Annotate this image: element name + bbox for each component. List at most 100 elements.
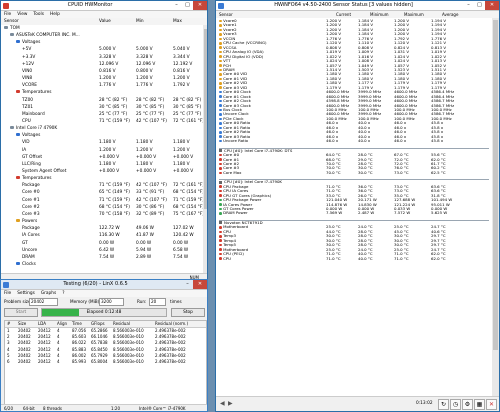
- close-button[interactable]: ✕: [193, 1, 207, 10]
- sensor-tree-row[interactable]: DRAM 7.54 W 2.89 W 7.54 W: [1, 254, 203, 261]
- reset-icon[interactable]: ↻: [438, 399, 449, 410]
- sensor-max: 127.02 W: [173, 226, 194, 232]
- sensor-tree-row[interactable]: Powers: [1, 218, 203, 225]
- sensor-tree-row[interactable]: TZ00 28 °C (82 °F) 28 °C (82 °F) 28 °C (82 …: [1, 97, 203, 104]
- linx-menu-graphs[interactable]: Graphs: [41, 290, 56, 297]
- linx-col-header[interactable]: Time: [72, 321, 82, 327]
- linx-menu-help[interactable]: ?: [62, 290, 64, 297]
- sensor-tree-row[interactable]: Uncore 6.42 W 5.94 W 6.58 W: [1, 247, 203, 254]
- sensor-tree-row[interactable]: GT Offset +0.000 V +0.000 V +0.000 V: [1, 154, 203, 161]
- run-count-field[interactable]: 20: [149, 298, 166, 306]
- linx-col-header[interactable]: Residual (norm.): [155, 321, 188, 327]
- sensor-tree-row[interactable]: Clocks: [1, 261, 203, 268]
- sensor-tree-row[interactable]: +3.3V 3.328 V 3.328 V 3.344 V: [1, 54, 203, 61]
- sensor-tree-row[interactable]: Voltages: [1, 39, 203, 46]
- col-value[interactable]: Value: [99, 18, 111, 25]
- linx-minimize-button[interactable]: –: [182, 280, 193, 289]
- linx-titlebar[interactable]: Testing (6/20) - LinX 0.6.5 – ✕: [1, 280, 207, 290]
- problem-size-field[interactable]: 20402: [29, 298, 58, 306]
- hwinfo-col-minimum[interactable]: Minimum: [370, 11, 389, 18]
- hwinfo-sensor-row[interactable]: Uncore Ratio 46.0 x 40.0 x 46.0 x 45.8 x: [216, 138, 492, 143]
- sensor-tree-row[interactable]: IA 1.200 V 1.200 V 1.200 V: [1, 147, 203, 154]
- linx-col-header[interactable]: Residual: [113, 321, 130, 327]
- sensor-tree-row[interactable]: Voltages: [1, 132, 203, 139]
- linx-result-row[interactable]: 6 20402 20412 4 85.993 65.8004 8.566003e-010 2.…: [5, 359, 206, 365]
- sensor-tree-row[interactable]: GT 0.00 W 0.00 W 0.00 W: [1, 240, 203, 247]
- sensor-tree-row[interactable]: Temperatures: [1, 175, 203, 182]
- hwmonitor-scrollbar[interactable]: [203, 25, 207, 273]
- hwinfo-col-maximum[interactable]: Maximum: [404, 11, 424, 18]
- hwinfo-close-button[interactable]: ✕: [485, 1, 499, 10]
- sensor-tree-row[interactable]: System Agent Offset +0.000 V +0.000 V +0.00…: [1, 168, 203, 175]
- minimize-button[interactable]: –: [171, 1, 182, 10]
- sensor-tree-row[interactable]: Package 71 °C (159 °F) 42 °C (107 °F) 72 °C…: [1, 182, 203, 189]
- stop-button[interactable]: Stop: [171, 308, 205, 317]
- linx-col-header[interactable]: #: [7, 321, 10, 327]
- memory-field[interactable]: 3200: [99, 298, 124, 306]
- start-button[interactable]: Start: [4, 308, 38, 317]
- linx-result-row[interactable]: 5 20402 20412 4 86.002 65.7929 8.566003e-010 2.…: [5, 353, 206, 359]
- hwmonitor-sensor-tree[interactable]: TOM ASUSTeK COMPUTER INC. M... Voltages +5V…: [1, 25, 203, 273]
- hwinfo-sensor-row[interactable]: DRAM Power 7.569 W 2.487 W 7.572 W 5.625 W: [216, 210, 492, 216]
- layout-icon[interactable]: ▦: [474, 399, 485, 410]
- settings-icon[interactable]: ⚙: [462, 399, 473, 410]
- col-sensor[interactable]: Sensor: [4, 18, 19, 25]
- menu-tools[interactable]: Tools: [33, 11, 44, 18]
- linx-result-row[interactable]: 2 20402 20412 4 85.603 66.1046 8.566003e-010 2.…: [5, 334, 206, 340]
- sensor-tree-row[interactable]: VCORE 1.776 V 1.776 V 1.792 V: [1, 82, 203, 89]
- sensor-tree-row[interactable]: LLC/Ring 1.180 V 1.180 V 1.180 V: [1, 161, 203, 168]
- clock-icon[interactable]: ◷: [450, 399, 461, 410]
- sensor-tree-row[interactable]: VIN8 1.200 V 1.200 V 1.200 V: [1, 75, 203, 82]
- linx-menu-settings[interactable]: Settings: [17, 290, 35, 297]
- linx-col-header[interactable]: GFlops: [91, 321, 105, 327]
- scrollbar-thumb[interactable]: [204, 29, 207, 209]
- linx-col-header[interactable]: LDA: [38, 321, 46, 327]
- col-max[interactable]: Max: [173, 18, 182, 25]
- hwinfo-titlebar[interactable]: HWiNFO64 v4.50-2400 Sensor Status [3 val…: [216, 1, 499, 11]
- linx-col-header[interactable]: Align: [57, 321, 67, 327]
- linx-close-button[interactable]: ✕: [193, 280, 207, 289]
- menu-file[interactable]: File: [4, 11, 11, 18]
- sensor-tree-row[interactable]: Package 122.72 W 49.06 W 127.02 W: [1, 225, 203, 232]
- sensor-tree-row[interactable]: IA Cores 116.30 W 41.87 W 120.42 W: [1, 232, 203, 239]
- menu-view[interactable]: View: [17, 11, 27, 18]
- hwinfo-sensor-value: 2.487 W: [358, 210, 375, 216]
- menu-help[interactable]: Help: [50, 11, 60, 18]
- hwinfo-minimize-button[interactable]: –: [463, 1, 474, 10]
- linx-menu-file[interactable]: File: [4, 290, 11, 297]
- sensor-tree-row[interactable]: VIN0 0.816 V 0.800 V 0.816 V: [1, 68, 203, 75]
- hwinfo-scrollbar[interactable]: [492, 18, 499, 396]
- sensor-tree-row[interactable]: +5V 5.000 V 5.000 V 5.040 V: [1, 46, 203, 53]
- sensor-tree-row[interactable]: Intel Core i7 4790K: [1, 125, 203, 132]
- nav-left-icon[interactable]: ◀: [220, 400, 225, 407]
- hwinfo-scrollbar-thumb[interactable]: [493, 20, 498, 350]
- sensor-tree-row[interactable]: VID 1.180 V 1.180 V 1.180 V: [1, 139, 203, 146]
- sensor-tree-row[interactable]: Core #3 70 °C (158 °F) 32 °C (89 °F) 75 °C …: [1, 211, 203, 218]
- hwmonitor-titlebar[interactable]: CPUID HWMonitor – □ ✕: [1, 1, 207, 11]
- sensor-tree-row[interactable]: Core #0 65 °C (149 °F) 33 °C (91 °F) 68 °C …: [1, 189, 203, 196]
- hwinfo-sensor-list[interactable]: Vcore0 1.200 V 1.184 V 1.200 V 1.194 V Vcore1…: [216, 18, 492, 396]
- sensor-tree-row[interactable]: Core #1 71 °C (159 °F) 42 °C (107 °F) 71 °C…: [1, 197, 203, 204]
- hwinfo-sensor-row[interactable]: Core Max 70.0 °C 30.0 °C 73.0 °C 62.5 °C: [216, 170, 492, 175]
- close-sensors-icon[interactable]: ✕: [486, 399, 497, 410]
- hwinfo-col-average[interactable]: Average: [442, 11, 458, 18]
- sensor-tree-row[interactable]: ASUSTeK COMPUTER INC. M...: [1, 32, 203, 39]
- hwinfo-maximize-button[interactable]: □: [474, 1, 485, 10]
- linx-result-row[interactable]: 1 20402 20412 4 87.056 65.2866 8.566003e-010 2.…: [5, 328, 206, 334]
- hwinfo-col-current[interactable]: Current: [336, 11, 351, 18]
- maximize-button[interactable]: □: [182, 1, 193, 10]
- sensor-tree-row[interactable]: Temperatures: [1, 89, 203, 96]
- sensor-tree-row[interactable]: CPU 71 °C (159 °F) 42 °C (107 °F) 72 °C (16…: [1, 118, 203, 125]
- col-min[interactable]: Min: [136, 18, 144, 25]
- sensor-tree-row[interactable]: Mainboard 25 °C (77 °F) 25 °C (77 °F) 25 °C…: [1, 111, 203, 118]
- linx-result-row[interactable]: 3 20402 20412 4 86.022 65.7838 8.566003e-010 2.…: [5, 340, 206, 346]
- hwinfo-sensor-row[interactable]: CPU 71.0 °C 40.0 °C 71.0 °C 62.0 °C: [216, 256, 492, 261]
- nav-right-icon[interactable]: ▶: [228, 400, 233, 407]
- sensor-tree-row[interactable]: Core #2 68 °C (154 °F) 30 °C (86 °F) 68 °C …: [1, 204, 203, 211]
- sensor-tree-row[interactable]: +12V 12.096 V 12.096 V 12.192 V: [1, 61, 203, 68]
- hwinfo-col-sensor[interactable]: Sensor: [219, 11, 233, 18]
- sensor-tree-row[interactable]: TOM: [1, 25, 203, 32]
- sensor-tree-row[interactable]: TZ01 30 °C (85 °F) 30 °C (85 °F) 30 °C (85 …: [1, 104, 203, 111]
- linx-col-header[interactable]: Size: [18, 321, 26, 327]
- linx-result-row[interactable]: 4 20402 20412 4 85.883 65.8450 8.566003e-010 2.…: [5, 347, 206, 353]
